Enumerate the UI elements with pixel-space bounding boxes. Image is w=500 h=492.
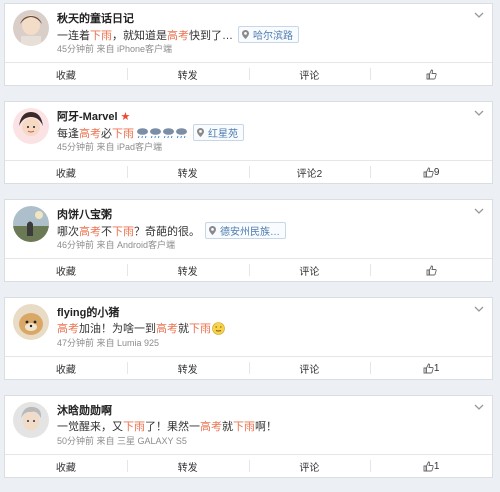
repost-button[interactable]: 转发 <box>126 357 249 379</box>
comment-button[interactable]: 评论 <box>248 63 371 85</box>
comment-button[interactable]: 评论2 <box>248 161 371 183</box>
chevron-down-icon[interactable] <box>474 12 484 18</box>
location-pin-icon <box>242 30 249 39</box>
smiley-emoji-icon <box>212 321 225 335</box>
rain-cloud-icon <box>176 127 187 138</box>
fav-button[interactable]: 收藏 <box>5 161 127 183</box>
fav-button[interactable]: 收藏 <box>5 259 127 281</box>
repost-button[interactable]: 转发 <box>126 259 249 281</box>
chevron-down-icon[interactable] <box>474 110 484 116</box>
weibo-post: 阿牙-Marvel ★ 每逢 高考 必下雨 红星苑 45分钟前 来自 iPad客户端… <box>4 101 493 184</box>
thumbs-up-icon <box>423 363 434 373</box>
comment-button[interactable]: 评论 <box>248 455 371 477</box>
fav-button[interactable]: 收藏 <box>5 455 127 477</box>
avatar[interactable] <box>13 206 49 242</box>
location-pin-icon <box>209 226 216 235</box>
like-button[interactable]: 1 <box>370 357 492 379</box>
user-name[interactable]: 肉饼八宝粥 <box>57 206 112 222</box>
repost-button[interactable]: 转发 <box>126 161 249 183</box>
fav-button[interactable]: 收藏 <box>5 63 127 85</box>
weibo-post: 沐晗勋勋啊 一觉醒来，又 下雨 了！果然一 高考就下雨 啊！ 50分钟前 来自 三星 G… <box>4 395 493 478</box>
post-meta: 50分钟前 来自 三星 GALAXY S5 <box>57 436 187 446</box>
like-button[interactable]: 9 <box>370 161 492 183</box>
repost-button[interactable]: 转发 <box>126 455 249 477</box>
comment-button[interactable]: 评论 <box>248 357 371 379</box>
post-text: 哪次 高考不下雨 ？奇葩的很。 德安州民族… <box>57 222 286 239</box>
rain-cloud-icon <box>163 127 174 138</box>
chevron-down-icon[interactable] <box>474 208 484 214</box>
post-meta: 45分钟前 来自 iPad客户端 <box>57 142 163 152</box>
repost-button[interactable]: 转发 <box>126 63 249 85</box>
like-button[interactable] <box>370 259 492 281</box>
rain-cloud-icon <box>150 127 161 138</box>
user-name[interactable]: 秋天的童话日记 <box>57 10 134 26</box>
post-text: 高考 加油！为啥一到 高考就下雨 <box>57 320 225 336</box>
post-meta: 45分钟前 来自 iPhone客户端 <box>57 44 173 54</box>
chevron-down-icon[interactable] <box>474 404 484 410</box>
rain-cloud-icon <box>137 127 148 138</box>
location-tag[interactable]: 红星苑 <box>193 124 244 141</box>
avatar[interactable] <box>13 402 49 438</box>
post-text: 每逢 高考 必下雨 红星苑 <box>57 124 244 141</box>
weibo-post: flying的小猪 高考 加油！为啥一到 高考就下雨 47分钟前 来自 Lumia … <box>4 297 493 380</box>
thumbs-up-icon <box>423 167 434 177</box>
chevron-down-icon[interactable] <box>474 306 484 312</box>
post-text: 一连着 下雨 ，就知道是 高考 快到了… 哈尔滨路 <box>57 26 299 43</box>
thumbs-up-icon <box>426 265 437 275</box>
user-name[interactable]: flying的小猪 <box>57 304 119 320</box>
comment-button[interactable]: 评论 <box>248 259 371 281</box>
avatar[interactable] <box>13 10 49 46</box>
fav-button[interactable]: 收藏 <box>5 357 127 379</box>
weibo-post: 肉饼八宝粥 哪次 高考不下雨 ？奇葩的很。 德安州民族… 46分钟前 来自 Andr… <box>4 199 493 282</box>
avatar[interactable] <box>13 108 49 144</box>
location-pin-icon <box>197 128 204 137</box>
post-meta: 47分钟前 来自 Lumia 925 <box>57 338 160 348</box>
thumbs-up-icon <box>423 461 434 471</box>
post-meta: 46分钟前 来自 Android客户端 <box>57 240 176 250</box>
like-button[interactable] <box>370 63 492 85</box>
location-tag[interactable]: 德安州民族… <box>205 222 286 239</box>
post-text: 一觉醒来，又 下雨 了！果然一 高考就下雨 啊！ <box>57 421 277 433</box>
location-tag[interactable]: 哈尔滨路 <box>238 26 299 43</box>
weibo-post: 秋天的童话日记 一连着 下雨 ，就知道是 高考 快到了… 哈尔滨路 45分钟前 来自 i… <box>4 3 493 86</box>
user-name[interactable]: 沐晗勋勋啊 <box>57 402 112 418</box>
avatar[interactable] <box>13 304 49 340</box>
user-name[interactable]: 阿牙-Marvel ★ <box>57 108 130 124</box>
like-button[interactable]: 1 <box>370 455 492 477</box>
vip-badge: ★ <box>120 111 131 123</box>
thumbs-up-icon <box>426 69 437 79</box>
